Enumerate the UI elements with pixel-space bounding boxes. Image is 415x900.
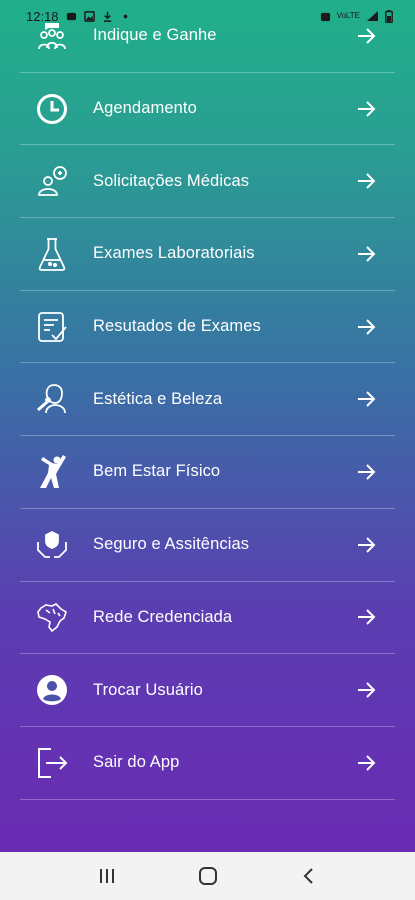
menu-item-label: Exames Laboratoriais	[93, 244, 255, 263]
menu-item-label: Rede Credenciada	[93, 607, 233, 626]
menu-item-sair-do-app[interactable]: Sair do App	[20, 727, 395, 800]
status-bar-left: 12:18	[26, 9, 131, 24]
arrow-right-icon	[358, 100, 376, 117]
recent-apps-icon	[99, 869, 114, 883]
flask-icon	[34, 236, 70, 272]
hands-shield-icon	[34, 527, 70, 563]
arrow-right-icon	[358, 318, 376, 335]
clock-icon	[34, 91, 70, 127]
beauty-face-icon	[34, 381, 70, 417]
recent-apps-button[interactable]	[87, 856, 127, 896]
volte-label: VoLTE	[336, 11, 360, 20]
doctor-chat-icon	[34, 163, 70, 199]
menu-item-seguro-e-assistencias[interactable]: Seguro e Assitências	[20, 509, 395, 582]
notification-icon	[66, 12, 76, 20]
menu-item-label: Resutados de Exames	[93, 317, 261, 336]
alarm-icon	[320, 12, 330, 21]
arrow-right-icon	[358, 682, 376, 698]
arrow-right-icon	[358, 536, 376, 553]
home-button[interactable]	[188, 856, 228, 896]
dot-icon	[123, 14, 127, 18]
image-icon	[83, 10, 95, 22]
battery-icon	[385, 9, 393, 23]
menu-item-resultados-de-exames[interactable]: Resutados de Exames	[20, 291, 395, 364]
menu-item-estetica-e-beleza[interactable]: Estética e Beleza	[20, 363, 395, 437]
arrow-right-icon	[358, 464, 376, 480]
arrow-right-icon	[358, 246, 376, 262]
system-nav-bar	[0, 852, 415, 900]
back-icon	[303, 868, 313, 884]
menu-item-label: Seguro e Assitências	[93, 535, 250, 554]
menu-list: Indique e Ganhe Agendamento Solicitações…	[20, 0, 395, 800]
back-button[interactable]	[289, 856, 329, 896]
menu-item-label: Agendamento	[93, 99, 197, 118]
stretching-person-icon	[34, 454, 70, 490]
logout-icon	[34, 745, 70, 781]
brazil-map-icon	[34, 599, 70, 635]
menu-item-label: Trocar Usuário	[93, 680, 203, 699]
menu-item-rede-credenciada[interactable]: Rede Credenciada	[20, 582, 395, 655]
app-screen: 12:18 VoLTE Indique e Ganhe Agendamento …	[0, 0, 415, 852]
user-circle-icon	[34, 672, 70, 708]
signal-icon	[367, 11, 378, 21]
menu-item-solicitacoes-medicas[interactable]: Solicitações Médicas	[20, 145, 395, 219]
status-bar-right: VoLTE	[320, 9, 393, 23]
arrow-right-icon	[358, 609, 376, 626]
menu-item-label: Solicitações Médicas	[93, 171, 250, 190]
menu-item-bem-estar-fisico[interactable]: Bem Estar Físico	[20, 436, 395, 509]
menu-item-label: Bem Estar Físico	[93, 462, 221, 481]
menu-item-label: Estética e Beleza	[93, 389, 223, 408]
status-time: 12:18	[26, 8, 59, 24]
arrow-right-icon	[358, 755, 376, 771]
menu-item-agendamento[interactable]: Agendamento	[20, 73, 395, 146]
download-icon	[103, 11, 111, 22]
clipboard-check-icon	[34, 309, 70, 345]
arrow-right-icon	[358, 173, 376, 189]
arrow-right-icon	[358, 391, 376, 407]
menu-item-trocar-usuario[interactable]: Trocar Usuário	[20, 654, 395, 727]
home-icon	[198, 867, 217, 885]
menu-item-exames-laboratoriais[interactable]: Exames Laboratoriais	[20, 218, 395, 291]
menu-item-label: Sair do App	[93, 753, 180, 772]
status-bar: 12:18 VoLTE	[0, 0, 415, 32]
